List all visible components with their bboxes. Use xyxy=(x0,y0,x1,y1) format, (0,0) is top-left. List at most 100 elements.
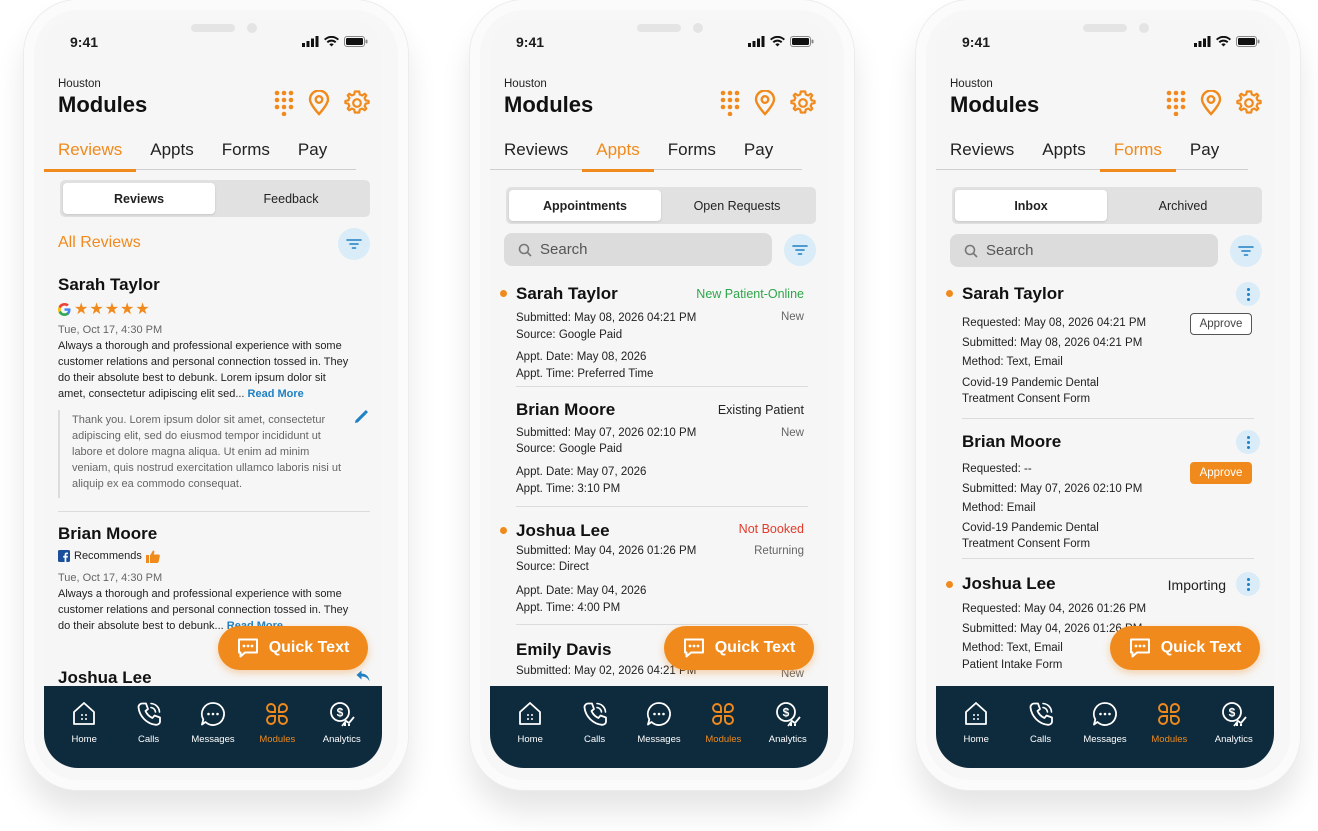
location-label: Houston xyxy=(950,78,993,90)
tab-reviews[interactable]: Reviews xyxy=(490,136,582,170)
screen-forms: 9:41 Houston Modules Reviews Appts Forms… xyxy=(936,18,1274,768)
patient-name[interactable]: Sarah Taylor xyxy=(516,284,618,304)
more-options-button[interactable] xyxy=(1236,430,1260,454)
module-tabs: Reviews Appts Forms Pay xyxy=(936,136,1248,172)
dialpad-icon[interactable] xyxy=(274,90,294,116)
settings-gear-icon[interactable] xyxy=(790,90,816,116)
nav-calls[interactable]: Calls xyxy=(119,700,179,768)
tab-pay[interactable]: Pay xyxy=(730,136,787,170)
more-options-button[interactable] xyxy=(1236,282,1260,306)
quick-text-label: Quick Text xyxy=(268,639,350,656)
settings-gear-icon[interactable] xyxy=(1236,90,1262,116)
nav-calls[interactable]: Calls xyxy=(565,700,625,768)
dialpad-icon[interactable] xyxy=(1166,90,1186,116)
unread-dot xyxy=(946,290,953,297)
review-body: Always a thorough and professional exper… xyxy=(58,340,349,400)
svg-text:$: $ xyxy=(1228,706,1235,720)
page-title: Modules xyxy=(950,92,1040,117)
reply-arrow-icon[interactable] xyxy=(356,670,370,682)
approve-button[interactable]: Approve xyxy=(1190,313,1252,335)
nav-analytics[interactable]: $ Analytics xyxy=(758,700,818,768)
seg-feedback[interactable]: Feedback xyxy=(215,183,367,214)
speaker xyxy=(637,24,681,32)
unread-dot xyxy=(500,290,507,297)
patient-name[interactable]: Sarah Taylor xyxy=(962,284,1064,304)
edit-pencil-icon[interactable] xyxy=(354,410,368,424)
tab-pay[interactable]: Pay xyxy=(284,136,341,170)
quick-text-button[interactable]: Quick Text xyxy=(1110,626,1260,670)
tab-appts[interactable]: Appts xyxy=(1028,136,1099,170)
filter-button[interactable] xyxy=(784,234,816,266)
seg-open-requests[interactable]: Open Requests xyxy=(661,190,813,221)
segmented-control: Inbox Archived xyxy=(952,187,1262,224)
approve-button[interactable]: Approve xyxy=(1190,462,1252,484)
tab-reviews[interactable]: Reviews xyxy=(936,136,1028,170)
patient-name[interactable]: Emily Davis xyxy=(516,640,611,660)
tab-forms[interactable]: Forms xyxy=(1099,136,1177,172)
phone-call-icon xyxy=(583,702,607,726)
status-icons xyxy=(302,36,368,47)
search-input[interactable]: Search xyxy=(504,233,772,266)
analytics-dollar-icon: $ xyxy=(329,702,355,727)
filter-button[interactable] xyxy=(1230,235,1262,267)
patient-name[interactable]: Joshua Lee xyxy=(516,521,610,541)
page-title: Modules xyxy=(58,92,148,117)
speaker xyxy=(191,24,235,32)
nav-analytics[interactable]: $ Analytics xyxy=(312,700,372,768)
nav-modules[interactable]: Modules xyxy=(1139,700,1199,768)
wifi-icon xyxy=(1216,36,1231,47)
tab-reviews[interactable]: Reviews xyxy=(44,136,137,172)
filter-icon xyxy=(792,245,808,255)
google-icon xyxy=(58,302,71,316)
patient-name[interactable]: Brian Moore xyxy=(962,432,1061,452)
nav-modules[interactable]: Modules xyxy=(247,700,307,768)
nav-home[interactable]: Home xyxy=(946,700,1006,768)
search-input[interactable]: Search xyxy=(950,234,1218,267)
appt-time: Appt. Time: 3:10 PM xyxy=(516,483,621,495)
signal-icon xyxy=(748,36,765,47)
seg-appointments[interactable]: Appointments xyxy=(509,190,661,221)
search-icon xyxy=(518,243,532,257)
nav-home[interactable]: Home xyxy=(54,700,114,768)
patient-tag: New Patient-Online xyxy=(696,287,804,301)
nav-analytics[interactable]: $ Analytics xyxy=(1204,700,1264,768)
quick-text-button[interactable]: Quick Text xyxy=(218,626,368,670)
segmented-control: Appointments Open Requests xyxy=(506,187,816,224)
location-pin-icon[interactable] xyxy=(308,90,330,116)
nav-calls[interactable]: Calls xyxy=(1011,700,1071,768)
seg-reviews[interactable]: Reviews xyxy=(63,183,215,214)
nav-messages[interactable]: Messages xyxy=(183,700,243,768)
filter-button[interactable] xyxy=(338,228,370,260)
patient-name[interactable]: Brian Moore xyxy=(516,400,615,420)
nav-home[interactable]: Home xyxy=(500,700,560,768)
tab-pay[interactable]: Pay xyxy=(1176,136,1233,170)
quick-text-icon xyxy=(1129,638,1150,658)
settings-gear-icon[interactable] xyxy=(344,90,370,116)
location-pin-icon[interactable] xyxy=(754,90,776,116)
location-label: Houston xyxy=(58,78,101,90)
modules-icon xyxy=(266,703,289,725)
submitted-at: Submitted: May 02, 2026 04:21 PM xyxy=(516,665,697,677)
nav-modules[interactable]: Modules xyxy=(693,700,753,768)
tab-forms[interactable]: Forms xyxy=(208,136,284,170)
modules-icon xyxy=(712,703,735,725)
read-more-link[interactable]: Read More xyxy=(248,388,304,400)
quick-text-button[interactable]: Quick Text xyxy=(664,626,814,670)
seg-inbox[interactable]: Inbox xyxy=(955,190,1107,221)
divider xyxy=(962,418,1254,419)
nav-messages[interactable]: Messages xyxy=(1075,700,1135,768)
import-status: Importing xyxy=(1167,577,1226,593)
tab-appts[interactable]: Appts xyxy=(582,136,655,172)
nav-messages[interactable]: Messages xyxy=(629,700,689,768)
requested-at: Requested: -- xyxy=(962,463,1032,475)
tab-forms[interactable]: Forms xyxy=(654,136,730,170)
analytics-dollar-icon: $ xyxy=(1221,702,1247,727)
more-options-button[interactable] xyxy=(1236,572,1260,596)
patient-name[interactable]: Joshua Lee xyxy=(962,574,1056,594)
dialpad-icon[interactable] xyxy=(720,90,740,116)
tab-appts[interactable]: Appts xyxy=(136,136,207,170)
unread-dot xyxy=(946,581,953,588)
seg-archived[interactable]: Archived xyxy=(1107,190,1259,221)
method: Method: Text, Email xyxy=(962,642,1063,654)
location-pin-icon[interactable] xyxy=(1200,90,1222,116)
